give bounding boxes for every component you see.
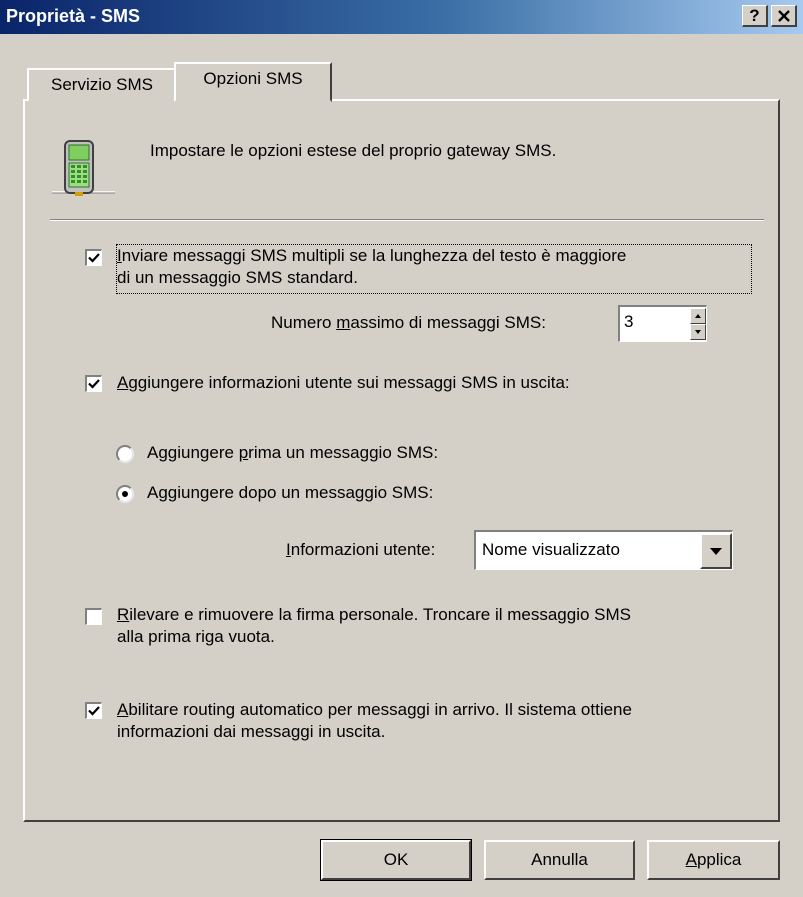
title-bar[interactable]: Proprietà - SMS ? bbox=[0, 0, 803, 34]
tab-opzioni-sms[interactable]: Opzioni SMS bbox=[174, 62, 332, 102]
checkmark-icon bbox=[88, 706, 100, 716]
add-user-info-checkbox[interactable] bbox=[85, 375, 102, 392]
tab-label: Opzioni SMS bbox=[203, 69, 303, 88]
multi-sms-label-line1: nviare messaggi SMS multipli se la lungh… bbox=[121, 246, 627, 265]
label-part: pplica bbox=[696, 850, 742, 869]
mnemonic: A bbox=[117, 700, 129, 719]
mnemonic: A bbox=[685, 850, 697, 869]
multi-sms-checkbox[interactable] bbox=[85, 249, 102, 266]
add-after-radio[interactable] bbox=[116, 485, 134, 503]
add-before-label[interactable]: Aggiungere prima un messaggio SMS: bbox=[147, 442, 438, 464]
max-messages-spinner[interactable]: 3 bbox=[618, 305, 707, 342]
chevron-down-icon bbox=[710, 548, 722, 555]
user-info-label: Informazioni utente: bbox=[286, 539, 435, 561]
add-user-info-label[interactable]: Aggiungere informazioni utente sui messa… bbox=[117, 372, 570, 394]
remove-signature-checkbox[interactable] bbox=[85, 608, 102, 625]
checkmark-icon bbox=[88, 253, 100, 263]
multi-sms-label-line2: di un messaggio SMS standard. bbox=[117, 268, 358, 287]
spin-up-button[interactable] bbox=[690, 308, 706, 324]
add-after-label[interactable]: Aggiungere dopo un messaggio SMS: bbox=[147, 482, 433, 504]
checkmark-icon bbox=[88, 379, 100, 389]
remove-signature-label-line2: alla prima riga vuota. bbox=[117, 627, 275, 646]
cancel-button[interactable]: Annulla bbox=[484, 840, 635, 880]
apply-button[interactable]: Applica bbox=[647, 840, 780, 880]
close-button[interactable] bbox=[771, 5, 797, 27]
label-part: ilevare e rimuovere la firma personale. … bbox=[129, 605, 631, 624]
label-part: bilitare routing automatico per messaggi… bbox=[128, 700, 632, 719]
auto-routing-label-line2: informazioni dai messaggi in uscita. bbox=[117, 722, 386, 741]
window-title: Proprietà - SMS bbox=[6, 6, 141, 26]
label-part: nformazioni utente: bbox=[290, 540, 436, 559]
user-info-dropdown[interactable]: Nome visualizzato bbox=[474, 530, 733, 570]
max-messages-value[interactable]: 3 bbox=[624, 312, 633, 332]
arrow-down-icon bbox=[695, 330, 701, 334]
radio-selected-dot bbox=[122, 491, 128, 497]
mnemonic: p bbox=[238, 443, 249, 462]
label-part: Aggiungere bbox=[147, 443, 239, 462]
auto-routing-label[interactable]: Abilitare routing automatico per messagg… bbox=[117, 699, 632, 743]
add-before-radio[interactable] bbox=[116, 445, 134, 463]
tab-servizio-sms[interactable]: Servizio SMS bbox=[27, 68, 177, 101]
multi-sms-label[interactable]: Inviare messaggi SMS multipli se la lung… bbox=[116, 244, 752, 294]
mnemonic: R bbox=[117, 605, 130, 624]
spin-down-button[interactable] bbox=[690, 324, 706, 340]
help-button[interactable]: ? bbox=[742, 5, 768, 27]
label-part: assimo di messaggi SMS: bbox=[350, 313, 546, 332]
remove-signature-label[interactable]: Rilevare e rimuovere la firma personale.… bbox=[117, 604, 631, 648]
mnemonic: m bbox=[336, 313, 351, 332]
arrow-up-icon bbox=[695, 314, 701, 318]
max-messages-label: Numero massimo di messaggi SMS: bbox=[271, 312, 546, 334]
ok-button[interactable]: OK bbox=[320, 839, 472, 881]
mnemonic: A bbox=[117, 373, 129, 392]
label-part: ggiungere informazioni utente sui messag… bbox=[128, 373, 570, 392]
dropdown-button[interactable] bbox=[700, 533, 732, 569]
label-part: Numero bbox=[271, 313, 337, 332]
auto-routing-checkbox[interactable] bbox=[85, 702, 102, 719]
user-info-selected-value: Nome visualizzato bbox=[482, 540, 620, 559]
mobile-phone-icon bbox=[52, 140, 115, 196]
separator bbox=[50, 219, 764, 221]
tab-label: Servizio SMS bbox=[50, 75, 154, 94]
close-icon bbox=[777, 10, 790, 22]
label-part: rima un messaggio SMS: bbox=[248, 443, 439, 462]
description-text: Impostare le opzioni estese del proprio … bbox=[150, 141, 557, 160]
